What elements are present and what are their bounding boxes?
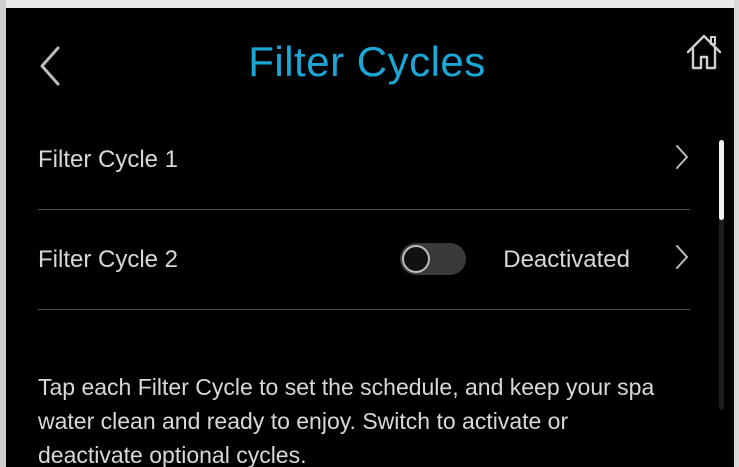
filter-cycle-2-toggle[interactable] — [400, 243, 466, 275]
chevron-right-icon — [676, 145, 688, 169]
top-edge — [0, 0, 739, 8]
home-icon — [686, 34, 722, 70]
filter-cycle-2-label: Filter Cycle 2 — [38, 246, 179, 273]
filter-cycle-2-row[interactable]: Filter Cycle 2 Deactivated — [38, 210, 690, 310]
filter-cycle-list: Filter Cycle 1 Filter Cycle 2 Deactivate… — [38, 110, 690, 310]
home-button[interactable] — [682, 30, 726, 74]
scroll-thumb[interactable] — [719, 140, 724, 220]
filter-cycle-2-status: Deactivated — [503, 246, 630, 273]
filter-cycle-1-label: Filter Cycle 1 — [38, 146, 179, 173]
page-title: Filter Cycles — [248, 38, 486, 85]
chevron-right-icon — [676, 245, 688, 269]
right-edge — [734, 0, 739, 467]
scrollbar[interactable] — [719, 140, 724, 410]
toggle-knob — [402, 245, 430, 273]
description-text: Tap each Filter Cycle to set the schedul… — [38, 374, 655, 467]
header: Filter Cycles — [0, 8, 734, 118]
filter-cycle-1-row[interactable]: Filter Cycle 1 — [38, 110, 690, 210]
filter-cycles-screen: Filter Cycles Filter Cycle 1 Filter Cycl… — [0, 0, 739, 467]
